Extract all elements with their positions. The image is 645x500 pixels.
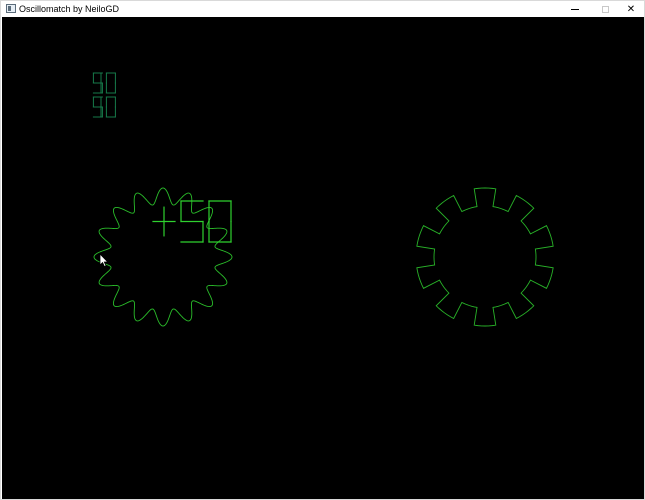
target-value-char-0 <box>152 206 176 237</box>
scene-svg <box>92 72 554 327</box>
target-value-char-2 <box>208 200 232 243</box>
readout-top-char-2 <box>105 72 116 94</box>
minimize-icon <box>571 8 579 10</box>
readouts <box>92 72 116 118</box>
target-square-gear <box>416 187 554 327</box>
close-icon: ✕ <box>626 3 636 15</box>
readout-bottom-char-2 <box>105 96 116 118</box>
window-title: Oscillomatch by NeiloGD <box>19 4 120 14</box>
game-canvas[interactable] <box>2 17 644 499</box>
maximize-icon <box>601 5 609 13</box>
close-button[interactable]: ✕ <box>616 1 645 17</box>
title-bar[interactable]: Oscillomatch by NeiloGD ✕ <box>1 1 644 17</box>
app-window: Oscillomatch by NeiloGD ✕ <box>0 0 645 500</box>
minimize-button[interactable] <box>560 1 590 17</box>
app-icon <box>6 4 16 13</box>
player-wavy-gear <box>93 187 233 327</box>
target-value-display <box>152 200 232 243</box>
target-value-char-1 <box>180 200 204 243</box>
